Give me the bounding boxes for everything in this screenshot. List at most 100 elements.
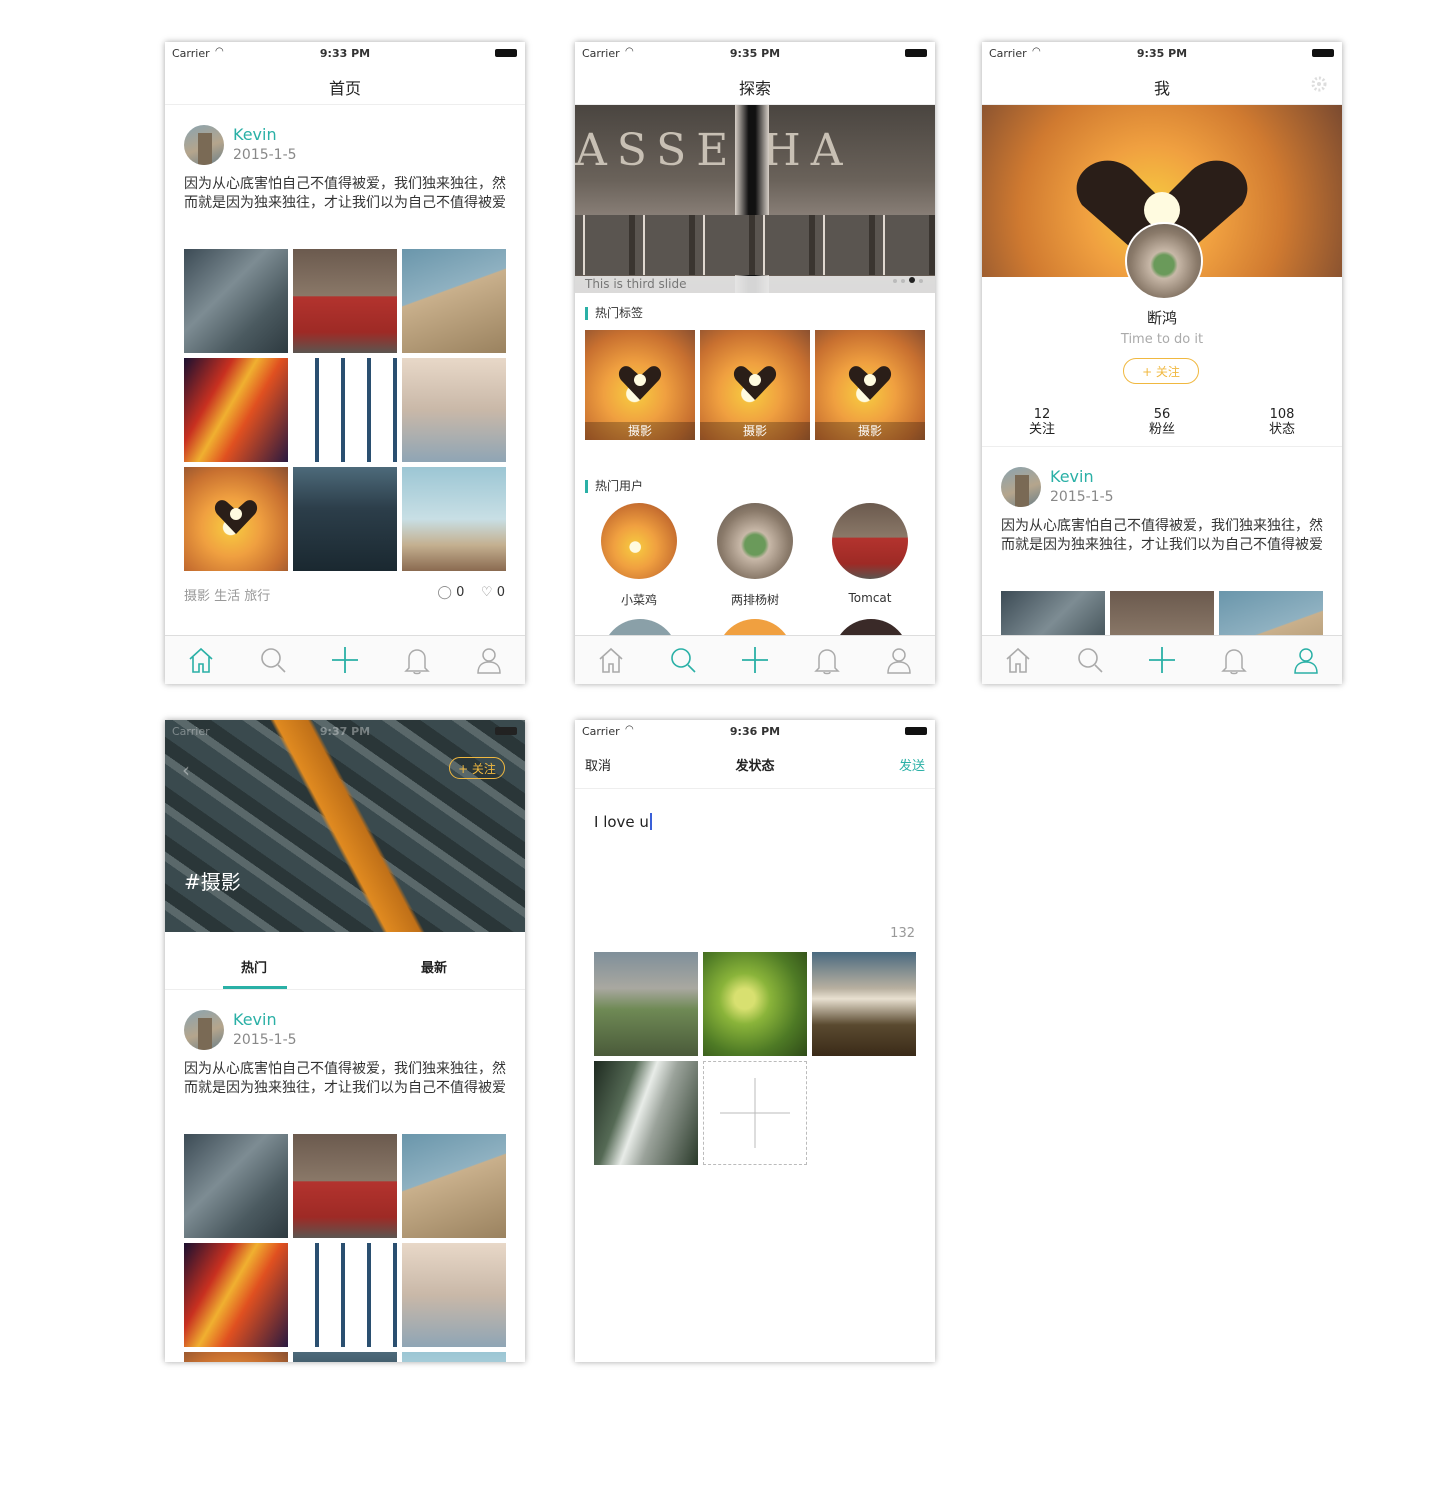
post-image[interactable] <box>293 1352 397 1362</box>
post-image[interactable] <box>184 1134 288 1238</box>
avatar <box>832 503 908 579</box>
banner-caption: This is third slide <box>575 276 935 293</box>
user-item[interactable]: 两排杨树 <box>705 503 805 608</box>
add-icon[interactable] <box>329 644 361 676</box>
tab-indicator <box>223 986 287 989</box>
stat-number: 12 <box>1033 407 1051 422</box>
post-image-grid <box>184 1134 507 1362</box>
status-bar: Carrier ◠ 9:33 PM <box>165 42 525 64</box>
selected-photo[interactable] <box>594 1061 698 1165</box>
status-text: I love u <box>594 813 649 831</box>
post-image[interactable] <box>402 358 506 462</box>
like-icon[interactable]: ♡ <box>481 585 493 600</box>
status-bar: Carrier 9:37 PM <box>165 720 525 742</box>
add-photo-button[interactable] <box>703 1061 807 1165</box>
banner-carousel[interactable]: ASSE HA This is third slide <box>575 105 935 293</box>
tab-hot[interactable]: 热门 <box>241 957 267 976</box>
post-image[interactable] <box>402 467 506 571</box>
search-icon[interactable] <box>1074 644 1106 676</box>
selected-photo[interactable] <box>594 952 698 1056</box>
post-image[interactable] <box>293 1134 397 1238</box>
search-icon[interactable] <box>667 644 699 676</box>
post-image[interactable] <box>293 249 397 353</box>
bell-icon[interactable] <box>1218 644 1250 676</box>
gear-icon[interactable] <box>1310 75 1328 93</box>
tag-card[interactable]: 摄影 <box>585 330 695 440</box>
avatar[interactable] <box>1001 467 1041 507</box>
profile-icon[interactable] <box>883 644 915 676</box>
back-icon[interactable]: ‹ <box>182 758 190 782</box>
stat-followers[interactable]: 56 粉丝 <box>1112 407 1212 437</box>
compose-screen: Carrier ◠ 9:36 PM 取消 发状态 发送 I love u 132 <box>575 720 935 1362</box>
send-button[interactable]: 发送 <box>899 755 925 774</box>
post-image[interactable] <box>402 1352 506 1362</box>
post-username[interactable]: Kevin <box>1050 467 1094 486</box>
post-image[interactable] <box>402 1134 506 1238</box>
avatar[interactable] <box>184 125 224 165</box>
follow-button[interactable]: + 关注 <box>1123 358 1199 384</box>
post-image[interactable] <box>402 1243 506 1347</box>
post-image[interactable] <box>402 249 506 353</box>
user-name: 两排杨树 <box>730 593 779 607</box>
stat-label: 粉丝 <box>1148 422 1175 437</box>
heart-hands-icon <box>848 365 892 400</box>
clock: 9:35 PM <box>729 47 781 60</box>
stat-following[interactable]: 12 关注 <box>992 407 1092 437</box>
post-image[interactable] <box>184 358 288 462</box>
battery-icon <box>1312 49 1334 57</box>
add-icon[interactable] <box>1146 644 1178 676</box>
topic-header: Carrier 9:37 PM ‹ + 关注 #摄影 <box>165 720 525 932</box>
battery-icon <box>495 727 517 735</box>
user-name: Tomcat <box>848 591 892 605</box>
char-counter: 132 <box>890 926 915 941</box>
post-image[interactable] <box>184 467 288 571</box>
topic-screen: Carrier 9:37 PM ‹ + 关注 #摄影 热门 最新 Kevin 2… <box>165 720 525 1362</box>
post-username[interactable]: Kevin <box>233 1010 277 1029</box>
post-image-grid <box>184 249 507 571</box>
home-icon[interactable] <box>185 644 217 676</box>
post-username[interactable]: Kevin <box>233 125 277 144</box>
photo-picker-grid <box>594 952 917 1165</box>
post-image[interactable] <box>293 358 397 462</box>
post-image[interactable] <box>293 467 397 571</box>
profile-icon[interactable] <box>473 644 505 676</box>
user-item[interactable]: 小菜鸡 <box>589 503 689 608</box>
tab-new[interactable]: 最新 <box>421 957 447 976</box>
home-icon[interactable] <box>595 644 627 676</box>
page-title: 首页 <box>328 79 361 98</box>
selected-photo[interactable] <box>703 952 807 1056</box>
search-icon[interactable] <box>257 644 289 676</box>
hot-users-heading: 热门用户 <box>585 480 643 493</box>
bell-icon[interactable] <box>811 644 843 676</box>
post-image[interactable] <box>184 1243 288 1347</box>
status-textarea[interactable]: I love u <box>594 813 652 831</box>
banner-caption-text: This is third slide <box>585 277 687 291</box>
stat-label: 状态 <box>1268 422 1295 437</box>
add-icon[interactable] <box>739 644 771 676</box>
post-image[interactable] <box>293 1243 397 1347</box>
profile-avatar[interactable] <box>1125 222 1203 300</box>
stat-posts[interactable]: 108 状态 <box>1232 407 1332 437</box>
page-dots[interactable] <box>889 271 923 288</box>
topic-hashtag: #摄影 <box>184 870 241 894</box>
tag-card[interactable]: 摄影 <box>700 330 810 440</box>
tag-card[interactable]: 摄影 <box>815 330 925 440</box>
battery-icon <box>905 49 927 57</box>
comment-count: 0 <box>456 585 465 600</box>
home-icon[interactable] <box>1002 644 1034 676</box>
post-actions: ◯ 0 ♡ 0 <box>437 585 505 600</box>
post-image[interactable] <box>184 1352 288 1362</box>
profile-icon[interactable] <box>1290 644 1322 676</box>
page-title: 发状态 <box>735 759 775 774</box>
user-item[interactable]: Tomcat <box>820 503 920 605</box>
post-image[interactable] <box>184 249 288 353</box>
clock: 9:33 PM <box>319 47 371 60</box>
avatar[interactable] <box>184 1010 224 1050</box>
bell-icon[interactable] <box>401 644 433 676</box>
follow-button[interactable]: + 关注 <box>449 757 505 779</box>
post-tags[interactable]: 摄影 生活 旅行 <box>184 585 270 604</box>
clock: 9:37 PM <box>319 725 371 738</box>
comment-icon[interactable]: ◯ <box>437 585 452 600</box>
selected-photo[interactable] <box>812 952 916 1056</box>
nav-bar: 我 <box>982 64 1342 105</box>
